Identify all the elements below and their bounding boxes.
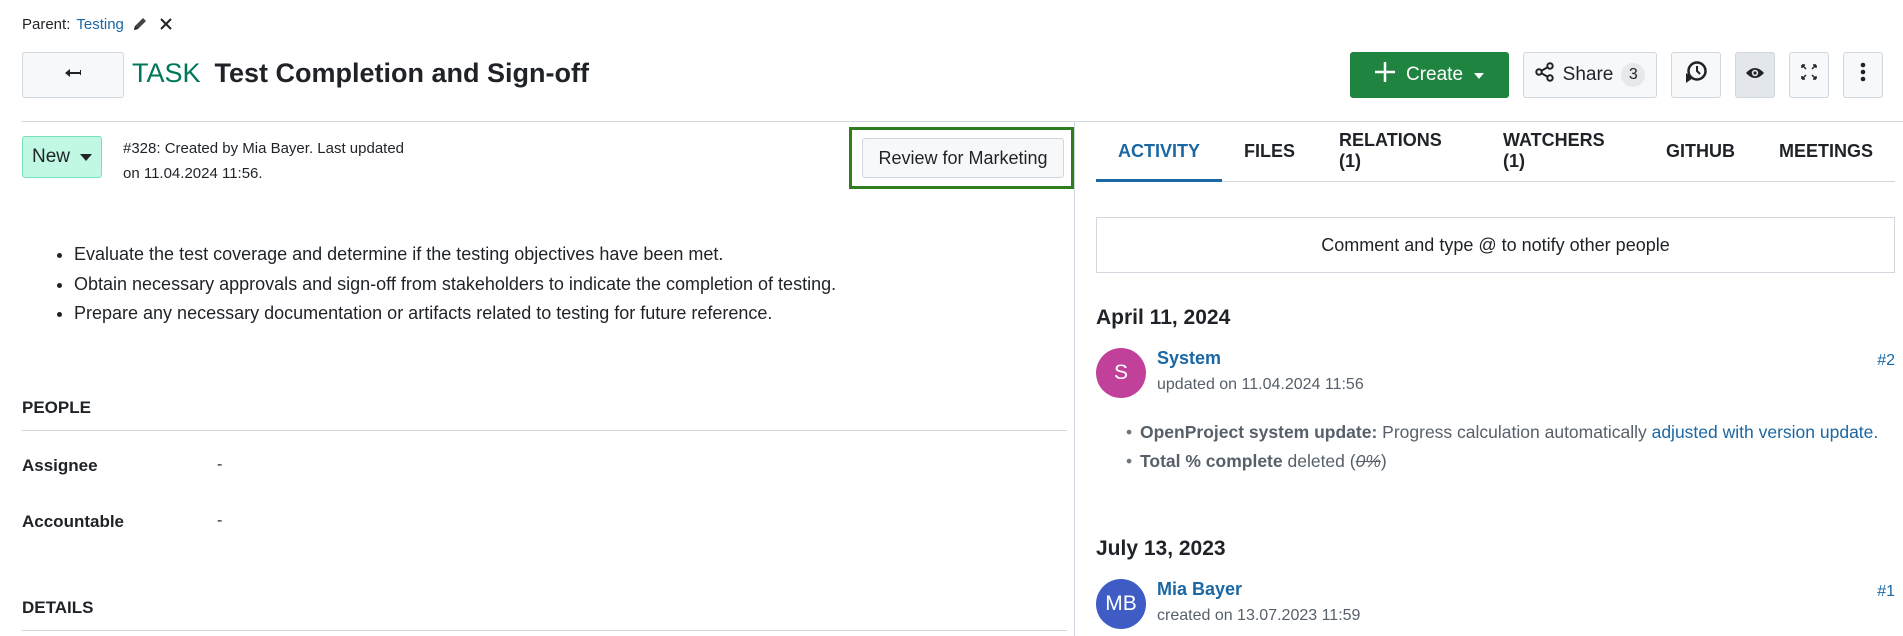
review-for-marketing-button[interactable]: Review for Marketing xyxy=(862,138,1064,178)
tab-files[interactable]: FILES xyxy=(1222,121,1317,181)
tab-watchers[interactable]: WATCHERS (1) xyxy=(1481,121,1644,181)
people-section-divider xyxy=(22,430,1067,431)
caret-down-icon xyxy=(80,146,92,168)
review-button-highlight: Review for Marketing xyxy=(849,127,1074,189)
back-button[interactable] xyxy=(22,52,124,98)
work-package-type: TASK xyxy=(132,58,201,88)
details-section-divider xyxy=(22,630,1067,631)
edit-parent-pencil-icon[interactable] xyxy=(130,14,150,34)
work-package-subject[interactable]: Test Completion and Sign-off xyxy=(215,58,589,89)
activity-timestamp: created on 13.07.2023 11:59 xyxy=(1157,607,1361,624)
page-title: TASK Test Completion and Sign-off xyxy=(132,58,589,89)
detail-text: deleted ( xyxy=(1282,451,1356,471)
toolbar: Create Share 3 xyxy=(1350,52,1883,98)
activity-user-link[interactable]: System xyxy=(1157,348,1221,369)
plus-icon xyxy=(1374,61,1396,89)
accountable-label: Accountable xyxy=(22,512,125,531)
description[interactable]: Evaluate the test coverage and determine… xyxy=(56,240,836,329)
watch-button[interactable] xyxy=(1735,52,1775,98)
description-item: Prepare any necessary documentation or a… xyxy=(74,299,836,329)
activity-details: OpenProject system update: Progress calc… xyxy=(1126,418,1900,476)
panel-divider xyxy=(1074,122,1075,636)
parent-link[interactable]: Testing xyxy=(76,16,124,33)
version-update-link[interactable]: adjusted with version update. xyxy=(1652,422,1879,442)
page-header: TASK Test Completion and Sign-off Create… xyxy=(22,52,1903,98)
description-item: Obtain necessary approvals and sign-off … xyxy=(74,270,836,300)
activity-timestamp: updated on 11.04.2024 11:56 xyxy=(1157,376,1364,393)
meta-line-1: #328: Created by Mia Bayer. Last updated xyxy=(123,140,405,157)
tab-activity[interactable]: ACTIVITY xyxy=(1096,121,1223,182)
eye-icon xyxy=(1745,64,1765,86)
activity-number-link[interactable]: #1 xyxy=(1877,583,1895,601)
activity-panel: ACTIVITY FILES RELATIONS (1) WATCHERS (1… xyxy=(1096,122,1903,636)
create-button[interactable]: Create xyxy=(1350,52,1509,98)
activity-date-heading: July 13, 2023 xyxy=(1096,537,1226,560)
share-label: Share xyxy=(1562,64,1614,85)
share-button[interactable]: Share 3 xyxy=(1523,52,1657,98)
tab-relations[interactable]: RELATIONS (1) xyxy=(1317,121,1481,181)
avatar: MB xyxy=(1096,579,1146,629)
detail-text: Progress calculation automatically xyxy=(1377,422,1652,442)
activity-detail-item: OpenProject system update: Progress calc… xyxy=(1126,418,1900,447)
more-actions-button[interactable] xyxy=(1843,52,1883,98)
activity-date-heading: April 11, 2024 xyxy=(1096,306,1231,329)
expand-icon xyxy=(1799,62,1819,88)
people-section-title: PEOPLE xyxy=(22,398,91,417)
detail-text-end: ) xyxy=(1380,451,1387,471)
parent-label: Parent: xyxy=(22,15,71,33)
meta-line-2: on 11.04.2024 11:56. xyxy=(123,165,263,182)
assignee-value[interactable]: - xyxy=(217,456,222,474)
remove-parent-close-icon[interactable] xyxy=(156,14,176,34)
description-item: Evaluate the test coverage and determine… xyxy=(74,240,836,270)
deleted-value: 0% xyxy=(1355,451,1381,471)
status-dropdown[interactable]: New xyxy=(22,136,102,178)
assignee-label: Assignee xyxy=(22,456,98,475)
work-package-details-panel: New #328: Created by Mia Bayer. Last upd… xyxy=(22,122,1074,636)
detail-bold: Total % complete xyxy=(1140,451,1283,471)
avatar: S xyxy=(1096,348,1146,398)
details-section-title: DETAILS xyxy=(22,598,94,617)
caret-down-icon xyxy=(1473,64,1485,86)
tab-meetings[interactable]: MEETINGS xyxy=(1757,121,1895,181)
history-button[interactable] xyxy=(1671,52,1721,98)
tabs: ACTIVITY FILES RELATIONS (1) WATCHERS (1… xyxy=(1096,122,1895,182)
status-label: New xyxy=(31,146,70,167)
back-arrow-icon xyxy=(63,66,83,85)
detail-bold: OpenProject system update: xyxy=(1140,422,1378,442)
tab-github[interactable]: GITHUB xyxy=(1644,121,1757,181)
share-icon xyxy=(1534,62,1555,88)
work-package-meta: #328: Created by Mia Bayer. Last updated… xyxy=(123,136,404,186)
activity-detail-item: Total % complete deleted (0%) xyxy=(1126,447,1900,476)
comment-input[interactable]: Comment and type @ to notify other peopl… xyxy=(1096,217,1895,273)
fullscreen-button[interactable] xyxy=(1789,52,1829,98)
activity-user-link[interactable]: Mia Bayer xyxy=(1157,579,1242,600)
kebab-menu-icon xyxy=(1860,62,1866,88)
create-label: Create xyxy=(1405,64,1464,85)
accountable-value[interactable]: - xyxy=(217,512,222,530)
activity-number-link[interactable]: #2 xyxy=(1877,352,1895,370)
parent-breadcrumb: Parent: Testing xyxy=(22,14,176,34)
history-clock-icon xyxy=(1683,59,1709,91)
share-count-badge: 3 xyxy=(1621,63,1646,87)
